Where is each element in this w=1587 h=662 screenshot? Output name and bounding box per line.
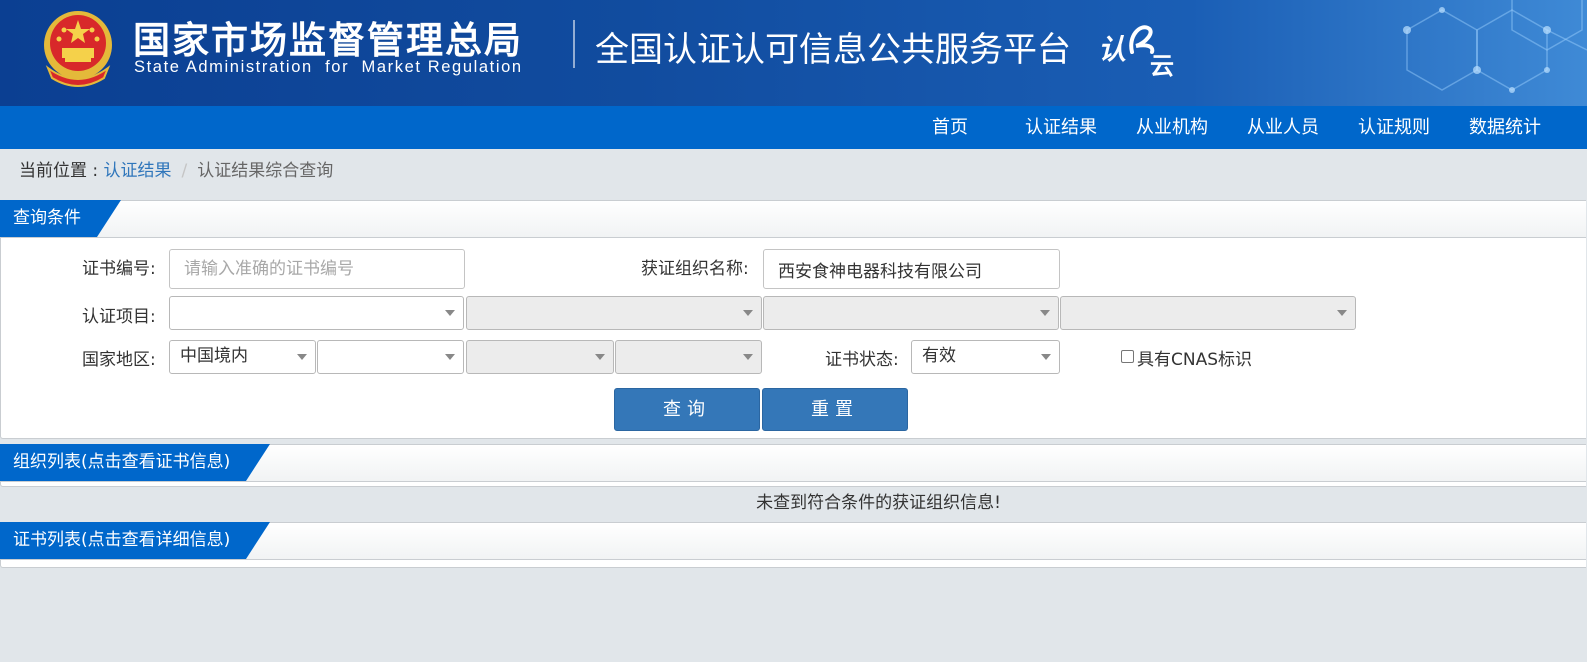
cnas-label[interactable]: 具有CNAS标识 bbox=[1137, 343, 1252, 377]
project-select-2 bbox=[466, 296, 762, 330]
cert-no-label: 证书编号: bbox=[82, 259, 156, 279]
nav-item-institutions[interactable]: 从业机构 bbox=[1136, 106, 1208, 149]
cert-no-input[interactable] bbox=[169, 249, 465, 289]
project-select-4 bbox=[1060, 296, 1356, 330]
org-name-input[interactable] bbox=[763, 249, 1060, 289]
query-panel-title: 查询条件 bbox=[0, 200, 121, 237]
network-decoration-icon bbox=[1403, 0, 1587, 93]
logo-char-1: 认 bbox=[1098, 33, 1127, 66]
org-list-empty-message: 未查到符合条件的获证组织信息! bbox=[756, 493, 1001, 513]
cert-list-title: 证书列表(点击查看详细信息) bbox=[0, 522, 270, 559]
status-label: 证书状态: bbox=[825, 350, 899, 370]
nav-item-statistics[interactable]: 数据统计 bbox=[1469, 106, 1541, 149]
region-select-3 bbox=[466, 340, 614, 374]
project-select-3 bbox=[763, 296, 1059, 330]
chevron-down-icon bbox=[1041, 354, 1051, 360]
main-nav: 首页 认证结果 从业机构 从业人员 认证规则 数据统计 bbox=[0, 106, 1587, 149]
org-name-cn: 国家市场监督管理总局 bbox=[133, 19, 523, 62]
region-select-2[interactable] bbox=[317, 340, 464, 374]
chevron-down-icon bbox=[445, 354, 455, 360]
org-list-panel: 组织列表(点击查看证书信息) bbox=[0, 444, 1586, 487]
breadcrumb-link-cert-results[interactable]: 认证结果 bbox=[104, 161, 172, 181]
breadcrumb: 当前位置 : 认证结果 / 认证结果综合查询 bbox=[19, 158, 333, 184]
query-panel-header: 查询条件 bbox=[0, 200, 1586, 238]
nav-item-cert-results[interactable]: 认证结果 bbox=[1025, 106, 1097, 149]
project-label: 认证项目: bbox=[82, 307, 156, 327]
search-button[interactable]: 查询 bbox=[614, 388, 760, 431]
cert-list-header: 证书列表(点击查看详细信息) bbox=[0, 522, 1586, 560]
cnas-checkbox[interactable] bbox=[1121, 350, 1134, 363]
chevron-down-icon bbox=[297, 354, 307, 360]
chevron-down-icon bbox=[1337, 310, 1347, 316]
org-list-title: 组织列表(点击查看证书信息) bbox=[0, 444, 270, 481]
breadcrumb-current: 认证结果综合查询 bbox=[197, 161, 334, 181]
chevron-down-icon bbox=[445, 310, 455, 316]
logo-char-2: 云 bbox=[1150, 52, 1174, 80]
national-emblem-icon bbox=[44, 11, 112, 87]
region-select-4 bbox=[615, 340, 762, 374]
cert-list-panel: 证书列表(点击查看详细信息) bbox=[0, 522, 1586, 568]
project-select-1[interactable] bbox=[169, 296, 464, 330]
reset-button[interactable]: 重置 bbox=[762, 388, 908, 431]
header-banner: 国家市场监督管理总局 State Administration for Mark… bbox=[0, 0, 1587, 106]
nav-item-personnel[interactable]: 从业人员 bbox=[1247, 106, 1319, 149]
breadcrumb-separator: / bbox=[181, 161, 188, 181]
chevron-down-icon bbox=[1040, 310, 1050, 316]
region-select-1[interactable]: 中国境内 bbox=[169, 340, 316, 374]
status-select-value: 有效 bbox=[922, 346, 956, 366]
header-divider bbox=[573, 20, 575, 68]
status-select[interactable]: 有效 bbox=[911, 340, 1060, 374]
region-label: 国家地区: bbox=[82, 350, 156, 370]
platform-title: 全国认证认可信息公共服务平台 bbox=[595, 30, 1071, 70]
chevron-down-icon bbox=[743, 354, 753, 360]
nav-item-home[interactable]: 首页 bbox=[932, 106, 968, 149]
org-name-label: 获证组织名称: bbox=[641, 259, 749, 279]
renzheng-cloud-logo: 认 云 bbox=[1098, 22, 1178, 80]
org-list-header: 组织列表(点击查看证书信息) bbox=[0, 444, 1586, 482]
chevron-down-icon bbox=[743, 310, 753, 316]
region-select-value: 中国境内 bbox=[180, 346, 248, 366]
nav-item-rules[interactable]: 认证规则 bbox=[1358, 106, 1430, 149]
org-name-en: State Administration for Market Regulati… bbox=[134, 58, 523, 76]
breadcrumb-prefix: 当前位置 : bbox=[19, 161, 104, 181]
chevron-down-icon bbox=[595, 354, 605, 360]
